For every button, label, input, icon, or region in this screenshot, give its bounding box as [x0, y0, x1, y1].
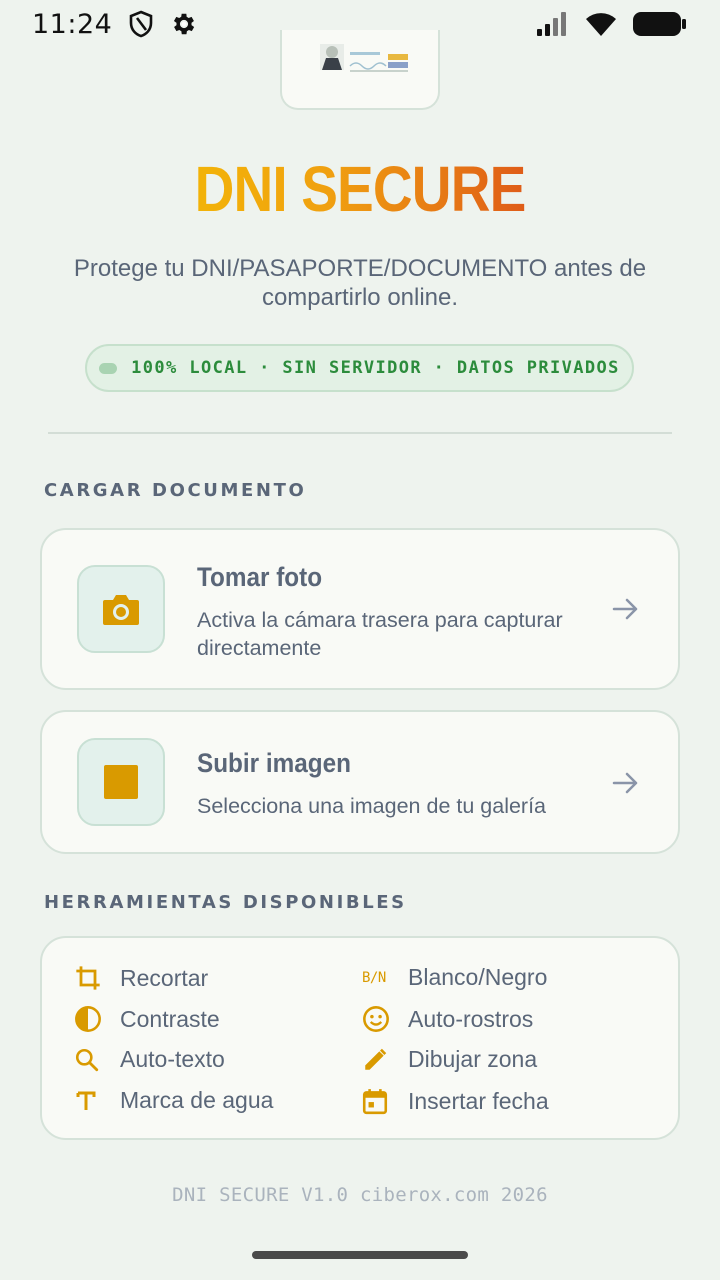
status-dot	[99, 362, 118, 374]
footer-text: DNI SECURE V1.0 ciberox.com 2026	[172, 1184, 548, 1206]
id-card-icon	[316, 44, 412, 74]
upload-section-label: CARGAR DOCUMENTO	[44, 480, 307, 501]
tool-label: Auto-rostros	[408, 1005, 534, 1032]
tool-label: Blanco/Negro	[408, 964, 548, 990]
calendar-icon	[362, 1087, 408, 1115]
search-icon	[74, 1047, 120, 1073]
tool-label: Insertar fecha	[408, 1087, 549, 1114]
tool-item-draw-zone: Dibujar zona	[362, 1046, 537, 1073]
settings-icon	[170, 10, 198, 38]
tools-section-label: HERRAMIENTAS DISPONIBLES	[44, 892, 407, 913]
tool-item-auto-text: Auto-texto	[74, 1046, 225, 1073]
wifi-icon	[584, 11, 618, 37]
text-icon	[74, 1089, 120, 1113]
status-time: 11:24	[32, 8, 113, 40]
tools-card: Recortar Contraste Auto-texto Marca de a…	[40, 936, 680, 1140]
battery-icon	[632, 10, 688, 38]
upload-image-button[interactable]: Subir imagen Selecciona una imagen de tu…	[40, 710, 680, 854]
app-logo	[280, 30, 440, 110]
arrow-right-icon	[612, 598, 638, 620]
arrow-right-icon	[612, 772, 638, 794]
shield-icon	[128, 10, 154, 38]
tool-label: Dibujar zona	[408, 1046, 538, 1072]
pencil-icon	[362, 1047, 408, 1073]
upload-image-title: Subir imagen	[197, 748, 351, 778]
take-photo-description: Activa la cámara trasera para capturar d…	[197, 608, 563, 660]
take-photo-button[interactable]: Tomar foto Activa la cámara trasera para…	[40, 528, 680, 690]
app-subtitle: Protege tu DNI/PASAPORTE/DOCUMENTO antes…	[73, 255, 647, 311]
privacy-badge: 100% LOCAL · SIN SERVIDOR · DATOS PRIVAD…	[85, 344, 634, 392]
face-icon	[362, 1005, 408, 1033]
tool-label: Marca de agua	[120, 1087, 274, 1113]
tool-item-watermark: Marca de agua	[74, 1087, 273, 1114]
take-photo-title: Tomar foto	[197, 562, 323, 592]
divider	[48, 432, 672, 434]
tool-label: Auto-texto	[120, 1046, 225, 1072]
bw-icon: B/N	[362, 969, 386, 986]
tool-item-insert-date: Insertar fecha	[362, 1087, 549, 1115]
camera-icon	[103, 595, 139, 625]
tool-label: Contraste	[120, 1005, 220, 1032]
image-icon	[104, 765, 138, 799]
tool-item-black-white: B/N Blanco/Negro	[362, 964, 547, 991]
tool-label: Recortar	[120, 964, 209, 991]
signal-icon	[536, 11, 570, 37]
privacy-badge-text: 100% LOCAL · SIN SERVIDOR · DATOS PRIVAD…	[131, 358, 620, 378]
upload-image-description: Selecciona una imagen de tu galería	[197, 794, 547, 818]
tool-item-auto-faces: Auto-rostros	[362, 1005, 533, 1033]
home-indicator[interactable]	[252, 1251, 468, 1259]
contrast-icon	[74, 1005, 120, 1033]
camera-icon-box	[77, 565, 165, 653]
image-icon-box	[77, 738, 165, 826]
crop-icon	[74, 964, 120, 992]
tool-item-contrast: Contraste	[74, 1005, 220, 1033]
app-title: DNI SECURE	[50, 152, 669, 226]
tool-item-crop: Recortar	[74, 964, 208, 992]
